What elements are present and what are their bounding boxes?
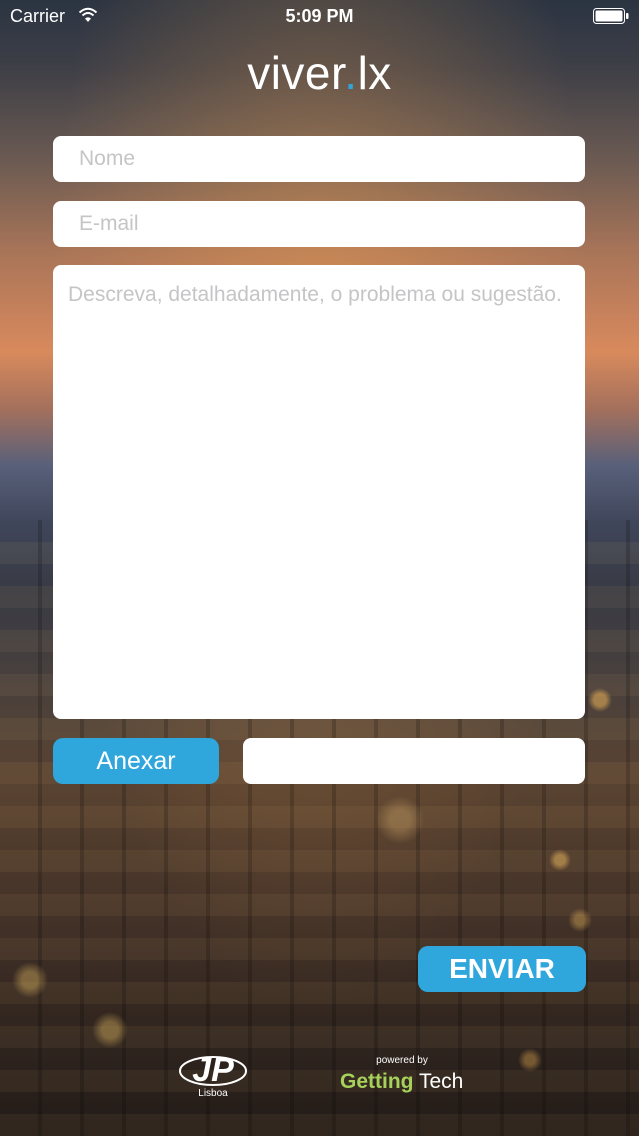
jp-logo-text: JP: [192, 1051, 234, 1089]
logo-dot: .: [344, 47, 358, 99]
jp-city-label: Lisboa: [198, 1088, 228, 1099]
logo-suffix: lx: [357, 47, 392, 99]
name-input[interactable]: [53, 136, 585, 182]
attach-button[interactable]: Anexar: [53, 738, 219, 784]
status-bar: Carrier 5:09 PM: [0, 0, 639, 34]
attachment-field[interactable]: [243, 738, 585, 784]
logo-main: viver: [247, 47, 345, 99]
app-logo: viver.lx: [0, 46, 639, 100]
send-button[interactable]: ENVIAR: [418, 946, 586, 992]
brand-tech: Tech: [418, 1070, 464, 1093]
brand-getting: Getting: [340, 1070, 414, 1093]
message-textarea[interactable]: [53, 265, 585, 719]
getting-tech-logo: Getting Tech: [340, 1070, 463, 1094]
email-input[interactable]: [53, 201, 585, 247]
powered-by-label: powered by: [376, 1055, 428, 1066]
clock: 5:09 PM: [285, 6, 354, 26]
battery-icon: [593, 8, 629, 24]
